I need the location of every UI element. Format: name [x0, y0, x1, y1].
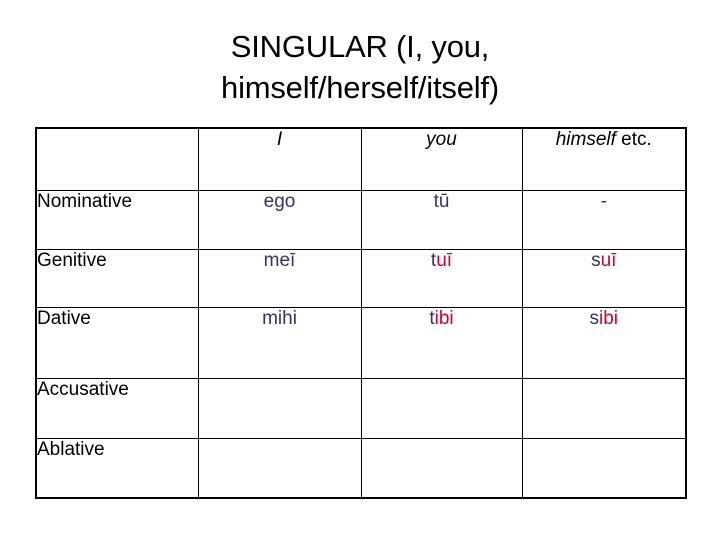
header-third-person-italic: himself: [555, 129, 616, 150]
form-segment-navy: mihi: [262, 308, 297, 329]
header-third-person-plain: etc.: [615, 129, 652, 150]
case-label-dative: Dative: [35, 307, 199, 379]
form-accusative-first-person: [197, 378, 362, 439]
form-ablative-third-person: [521, 438, 687, 499]
form-segment-navy: tū: [433, 191, 450, 212]
slide-canvas: SINGULAR (I, you, himself/herself/itself…: [0, 0, 720, 540]
page-title: SINGULAR (I, you, himself/herself/itself…: [40, 26, 680, 108]
table-row: Ablative: [35, 438, 687, 499]
form-genitive-third-person: suī: [521, 249, 687, 308]
form-segment-navy: -: [600, 191, 607, 212]
table-row: Nominative ego tū -: [35, 190, 687, 250]
form-nominative-second-person: tū: [360, 190, 523, 250]
table-row: Genitive meī tuī suī: [35, 249, 687, 308]
form-dative-third-person: sibi: [521, 307, 687, 379]
page-title-line-2: himself/herself/itself): [221, 70, 499, 106]
page-title-line-1: SINGULAR (I, you,: [230, 29, 490, 64]
form-nominative-first-person: ego: [197, 190, 362, 250]
form-segment-navy: ego: [263, 191, 296, 212]
form-segment-red: ibi: [434, 308, 454, 329]
declension-table: I you himself etc. Nominative ego tū - G…: [35, 127, 687, 499]
form-accusative-third-person: [521, 378, 687, 439]
form-segment-navy: s: [591, 250, 601, 271]
header-cell-third-person: himself etc.: [521, 127, 687, 191]
form-segment-red: uī: [436, 250, 453, 271]
form-segment-navy: meī: [263, 250, 296, 271]
form-segment-navy: s: [589, 308, 599, 329]
form-accusative-second-person: [360, 378, 523, 439]
form-segment-red: uī: [600, 250, 617, 271]
form-dative-first-person: mihi: [197, 307, 362, 379]
table-row: Accusative: [35, 378, 687, 439]
form-genitive-first-person: meī: [197, 249, 362, 308]
case-label-nominative: Nominative: [35, 190, 199, 250]
header-cell-first-person: I: [197, 127, 362, 191]
table-row: Dative mihi tibi sibi: [35, 307, 687, 379]
form-ablative-first-person: [197, 438, 362, 499]
form-genitive-second-person: tuī: [360, 249, 523, 308]
form-segment-red: ibi: [598, 308, 618, 329]
header-cell-case: [35, 127, 199, 191]
case-label-accusative: Accusative: [35, 378, 199, 439]
case-label-genitive: Genitive: [35, 249, 199, 308]
case-label-ablative: Ablative: [35, 438, 199, 499]
header-cell-second-person: you: [360, 127, 523, 191]
table-header-row: I you himself etc.: [35, 127, 687, 191]
form-nominative-third-person: -: [521, 190, 687, 250]
form-ablative-second-person: [360, 438, 523, 499]
form-dative-second-person: tibi: [360, 307, 523, 379]
